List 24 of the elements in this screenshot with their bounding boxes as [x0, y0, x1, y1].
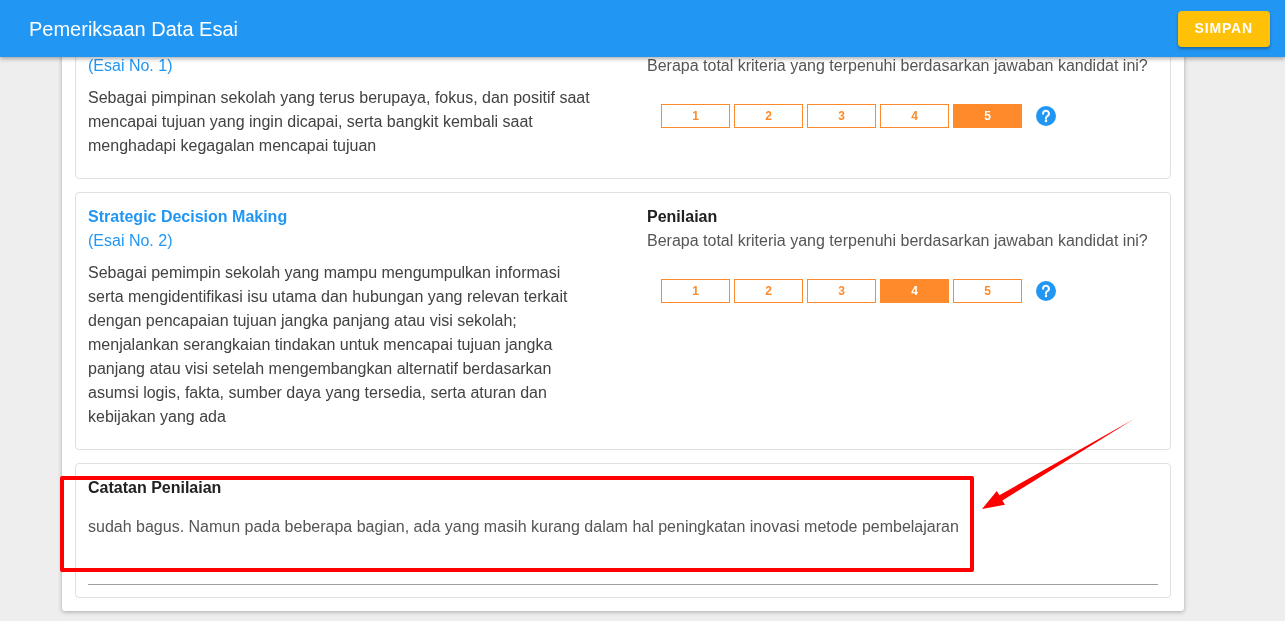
score-button[interactable]: 1 [661, 104, 730, 128]
score-button[interactable]: 4 [880, 279, 949, 303]
score-button[interactable]: 3 [807, 279, 876, 303]
score-button[interactable]: 1 [661, 279, 730, 303]
rating-question: Berapa total kriteria yang terpenuhi berdasarkan jawaban kandidat ini? [647, 231, 1149, 251]
score-button[interactable]: 5 [953, 104, 1022, 128]
rating-question: Berapa total kriteria yang terpenuhi berdasarkan jawaban kandidat ini? [647, 56, 1149, 76]
help-icon[interactable] [1036, 281, 1056, 301]
competency-title: Strategic Decision Making [88, 207, 289, 227]
essay-number: (Esai No. 2) [88, 231, 174, 251]
save-button[interactable]: SIMPAN [1177, 10, 1270, 47]
score-button[interactable]: 2 [734, 279, 803, 303]
score-button[interactable]: 4 [880, 104, 949, 128]
essay-number: (Esai No. 1) [88, 56, 174, 76]
notes-field[interactable]: sudah bagus. Namun pada beberapa bagian, ada yang masih kurang dalam hal peningkatan inovasi metode pembelajaran [88, 515, 1158, 585]
rating-heading: Penilaian [647, 207, 719, 227]
score-button[interactable]: 2 [734, 104, 803, 128]
criteria-description: Sebagai pemimpin sekolah yang mampu mengumpulkan informasi serta mengidentifikasi isu utama dan hubungan yang relevan terkait dengan pencapaian tujuan jangka panjang atau visi sekolah; menjalankan serangkaian tindakan untuk mencapai tujuan jangka panjang atau visi setelah mengembangkan alternatif berdasarkan asumsi logis, fakta, sumber daya yang tersedia, serta aturan dan kebijakan yang ada [88, 263, 569, 427]
score-button[interactable]: 5 [953, 279, 1022, 303]
help-icon[interactable] [1036, 106, 1056, 126]
criteria-description: Sebagai pimpinan sekolah yang terus berupaya, fokus, dan positif saat mencapai tujuan yang ingin dicapai, serta bangkit kembali saat menghadapi kegagalan mencapai tujuan [88, 88, 591, 156]
app-title: Pemeriksaan Data Esai [29, 16, 238, 42]
score-button[interactable]: 3 [807, 104, 876, 128]
notes-label: Catatan Penilaian [88, 478, 223, 498]
